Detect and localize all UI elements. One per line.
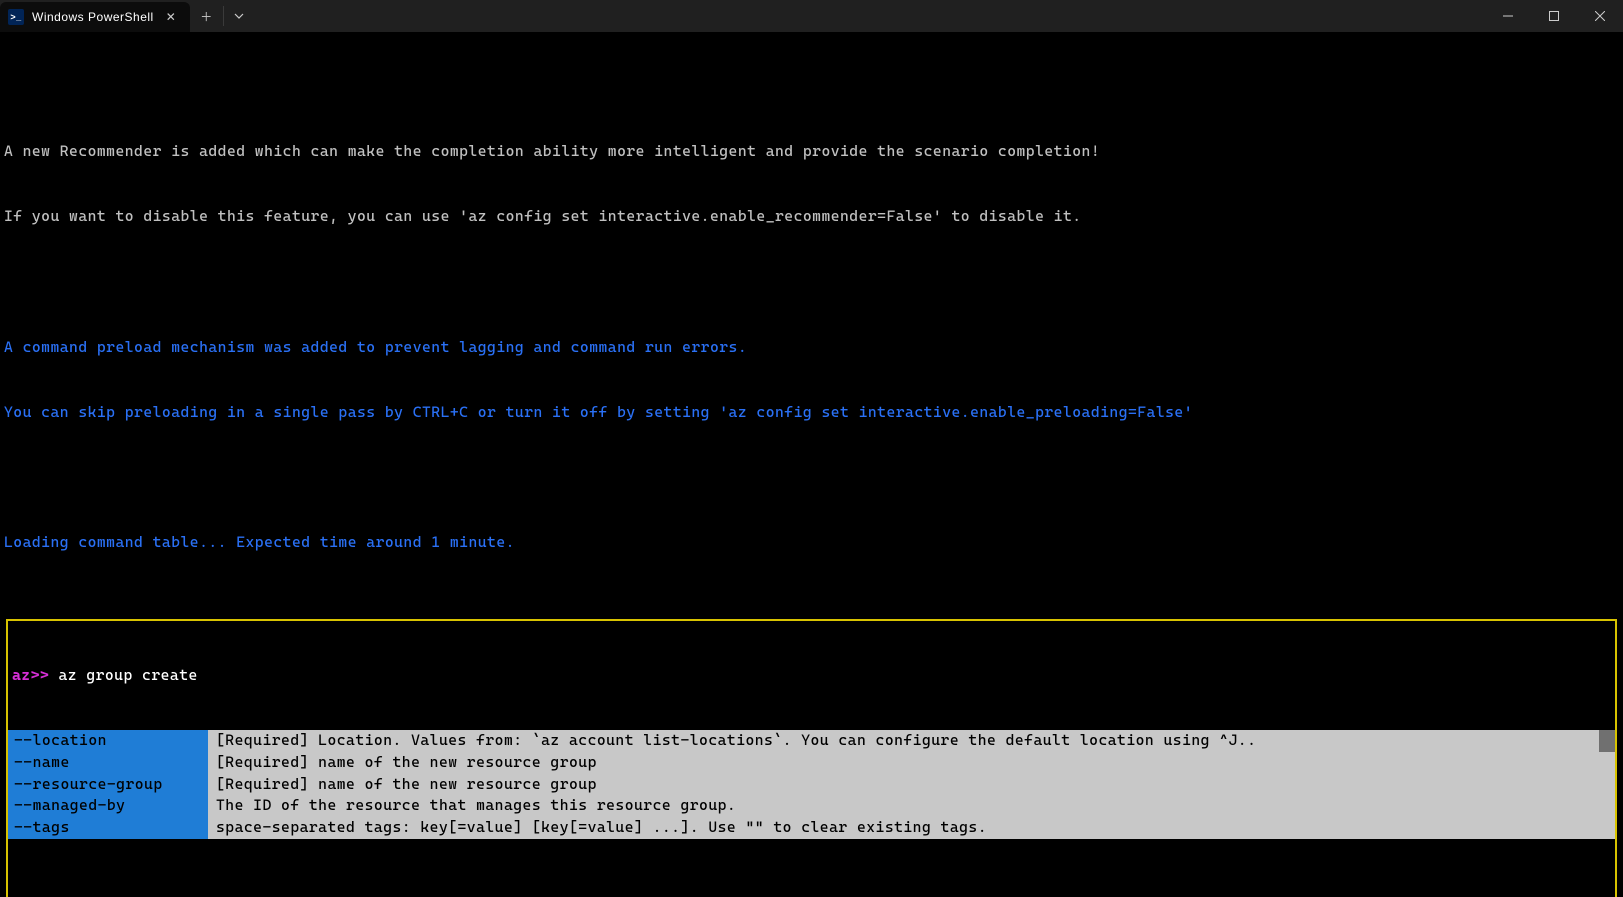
param-name: --resource-group <box>8 774 208 796</box>
new-tab-button[interactable]: ＋ <box>190 0 223 32</box>
param-name: --tags <box>8 817 208 839</box>
maximize-icon <box>1549 11 1559 21</box>
prompt-padding <box>8 882 1615 897</box>
dropdown-scrollbar-track[interactable] <box>1599 752 1615 774</box>
dropdown-scrollbar[interactable] <box>1599 730 1615 752</box>
param-description: [Required] name of the new resource grou… <box>208 752 1599 774</box>
close-tab-button[interactable]: ✕ <box>162 8 181 26</box>
preload-line: You can skip preloading in a single pass… <box>4 402 1619 424</box>
param-name: --location <box>8 730 208 752</box>
minimize-button[interactable] <box>1485 0 1531 32</box>
titlebar-drag-area[interactable] <box>254 0 1485 32</box>
param-name: --name <box>8 752 208 774</box>
param-description: [Required] name of the new resource grou… <box>208 774 1599 796</box>
info-line: If you want to disable this feature, you… <box>4 206 1619 228</box>
chevron-down-icon <box>234 11 244 21</box>
autocomplete-row[interactable]: --location[Required] Location. Values fr… <box>8 730 1615 752</box>
dropdown-scrollbar-track[interactable] <box>1599 817 1615 839</box>
close-icon <box>1595 11 1605 21</box>
info-line: A new Recommender is added which can mak… <box>4 141 1619 163</box>
param-name: --managed-by <box>8 795 208 817</box>
preload-line: A command preload mechanism was added to… <box>4 337 1619 359</box>
autocomplete-row[interactable]: --resource-group[Required] name of the n… <box>8 774 1615 796</box>
tab-dropdown-button[interactable] <box>224 0 254 32</box>
window-controls <box>1485 0 1623 32</box>
prompt-box: az>> az group create --location[Required… <box>6 619 1617 897</box>
minimize-icon <box>1503 11 1513 21</box>
powershell-icon: >_ <box>8 9 24 25</box>
autocomplete-row[interactable]: --name[Required] name of the new resourc… <box>8 752 1615 774</box>
param-description: space-separated tags: key[=value] [key[=… <box>208 817 1599 839</box>
param-description: [Required] Location. Values from: `az ac… <box>208 730 1599 752</box>
dropdown-scrollbar-track[interactable] <box>1599 774 1615 796</box>
autocomplete-row[interactable]: --tagsspace-separated tags: key[=value] … <box>8 817 1615 839</box>
dropdown-scrollbar-track[interactable] <box>1599 795 1615 817</box>
param-description: The ID of the resource that manages this… <box>208 795 1599 817</box>
maximize-button[interactable] <box>1531 0 1577 32</box>
prompt-line[interactable]: az>> az group create <box>8 665 1615 687</box>
autocomplete-row[interactable]: --managed-byThe ID of the resource that … <box>8 795 1615 817</box>
loading-line: Loading command table... Expected time a… <box>4 532 1619 554</box>
title-bar: >_ Windows PowerShell ✕ ＋ <box>0 0 1623 32</box>
prompt-prefix: az>> <box>12 666 49 684</box>
tab-title: Windows PowerShell <box>32 10 154 24</box>
terminal-body[interactable]: A new Recommender is added which can mak… <box>0 32 1623 897</box>
active-tab[interactable]: >_ Windows PowerShell ✕ <box>0 2 190 32</box>
close-window-button[interactable] <box>1577 0 1623 32</box>
command-input[interactable]: az group create <box>49 666 198 684</box>
